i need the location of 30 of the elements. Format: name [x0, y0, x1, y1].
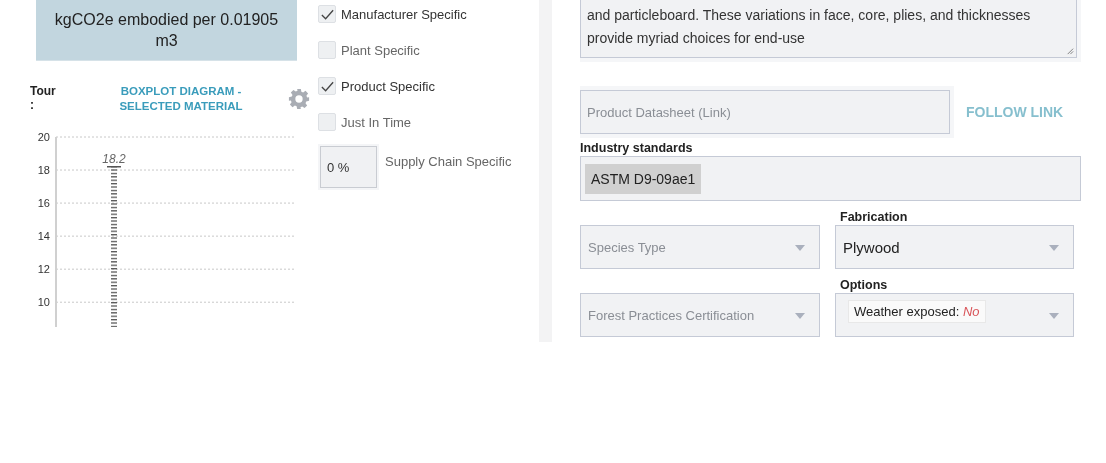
specificity-checkbox[interactable]: Product Specific	[318, 68, 539, 104]
axis-tick-label: 14	[37, 230, 50, 243]
axis-tick-label: 10	[37, 296, 50, 309]
specificity-checkbox[interactable]: Plant Specific	[318, 32, 539, 68]
dropdown[interactable]: Plywood	[835, 225, 1074, 269]
specificity-checkbox[interactable]: Just In Time	[318, 104, 539, 140]
description-field[interactable]: and particleboard. These variations in face, core, plies, and thicknesses provide myriad choices for end-use	[580, 0, 1077, 58]
caret-icon	[795, 245, 805, 251]
field-label: Fabrication	[840, 210, 908, 224]
field-label: Industry standards	[580, 141, 694, 156]
field-label: Options	[840, 278, 888, 292]
axis-tick-label: 18	[37, 164, 50, 177]
unit-label: kgCO2e embodied per 0.01905 m3	[36, 0, 297, 61]
percent-field[interactable]: 0 %	[320, 146, 377, 188]
supply-chain-label: Supply Chain Specific	[385, 154, 512, 169]
dropdown[interactable]: Weather exposed: No	[835, 293, 1074, 337]
axis-tick-label: 16	[37, 197, 50, 210]
axis-tick-label: 20	[37, 132, 50, 143]
axis-tick-label: 12	[37, 263, 50, 276]
tour-label: Tour :	[30, 84, 57, 112]
settings-icon[interactable]	[288, 88, 310, 110]
caret-icon	[795, 313, 805, 319]
caret-icon	[1049, 245, 1059, 251]
standard-tag[interactable]: ASTM D9-09ae1	[585, 163, 702, 194]
resize-grip-icon[interactable]	[1065, 46, 1074, 55]
caret-icon	[1049, 313, 1059, 319]
data-label: 18.2	[102, 151, 126, 166]
standards-field[interactable]: ASTM D9-09ae1	[580, 156, 1081, 201]
chart-title: BOXPLOT DIAGRAM - SELECTED MATERIAL	[118, 84, 244, 114]
specificity-checkbox[interactable]: Manufacturer Specific	[318, 0, 539, 32]
